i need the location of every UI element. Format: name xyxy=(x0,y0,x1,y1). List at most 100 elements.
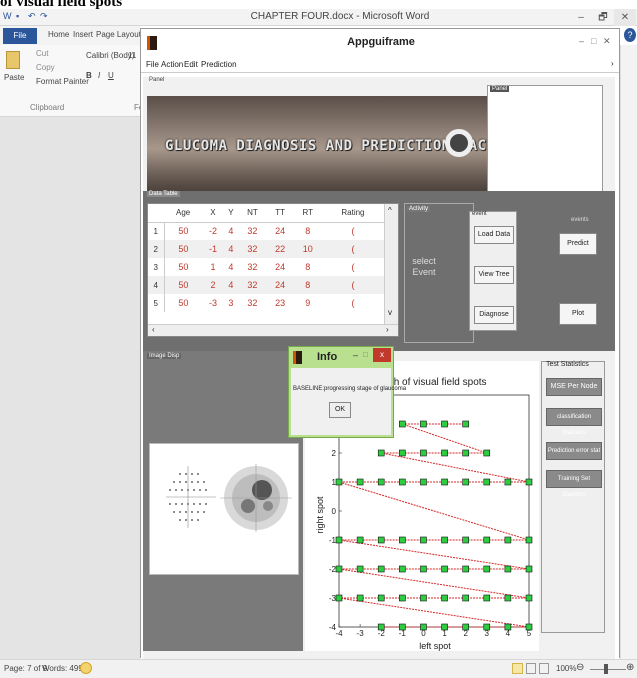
table-cell[interactable]: 50 xyxy=(164,258,202,276)
table-cell[interactable]: 4 xyxy=(224,258,238,276)
underline-button[interactable]: U xyxy=(108,71,114,80)
column-header[interactable]: Y xyxy=(223,204,239,223)
column-header[interactable]: Age xyxy=(164,204,203,223)
table-cell[interactable]: ( xyxy=(322,294,384,312)
table-cell[interactable]: -1 xyxy=(202,240,224,258)
table-cell[interactable]: 4 xyxy=(223,240,239,258)
menu-edit[interactable]: Edit xyxy=(184,60,198,69)
font-size-select[interactable]: 11 xyxy=(128,51,136,60)
table-cell[interactable]: 9 xyxy=(294,294,322,312)
cut-button[interactable]: Cut xyxy=(36,49,48,58)
app-minimize-button[interactable]: – xyxy=(579,36,584,46)
menu-prediction[interactable]: Prediction xyxy=(201,60,237,69)
menu-overflow-icon[interactable]: › xyxy=(611,59,614,68)
info-maximize-button[interactable]: □ xyxy=(363,350,368,359)
menu-file[interactable]: File xyxy=(146,60,159,69)
column-header[interactable] xyxy=(148,204,164,223)
table-cell[interactable]: -3 xyxy=(202,294,224,312)
scroll-left-icon[interactable]: ‹ xyxy=(152,325,155,334)
italic-button[interactable]: I xyxy=(98,71,100,80)
table-cell[interactable]: 50 xyxy=(164,276,203,294)
table-row[interactable]: 5 50 -3 3 32 23 9 ( xyxy=(148,294,384,312)
ok-button[interactable]: OK xyxy=(329,402,351,418)
table-cell[interactable]: 32 xyxy=(238,294,267,312)
table-row[interactable]: 2 50 -1 4 32 22 10 ( xyxy=(148,240,384,258)
undo-icon[interactable]: ↶ xyxy=(28,11,38,21)
data-table[interactable]: Age X Y NT TT RT Rating 1 50 -2 4 32 24 xyxy=(147,203,399,337)
mse-per-node-button[interactable]: MSE Per Node xyxy=(546,378,602,396)
table-cell[interactable]: ( xyxy=(322,258,384,276)
classification-statistics-button[interactable]: classification Statistics xyxy=(546,408,602,436)
table-cell[interactable]: 24 xyxy=(267,258,294,276)
table-horizontal-scrollbar[interactable]: ‹ › xyxy=(148,324,398,336)
table-cell[interactable]: 2 xyxy=(202,276,224,294)
diagnose-button[interactable]: Diagnose xyxy=(474,306,514,324)
redo-icon[interactable]: ↷ xyxy=(40,11,50,21)
copy-button[interactable]: Copy xyxy=(36,63,55,72)
table-cell[interactable]: 3 xyxy=(224,294,238,312)
bold-button[interactable]: B xyxy=(86,71,92,80)
table-row[interactable]: 3 50 1 4 32 24 8 ( xyxy=(148,258,384,276)
table-cell[interactable]: 8 xyxy=(294,258,322,276)
table-cell[interactable]: 24 xyxy=(267,222,294,240)
table-cell[interactable]: 4 xyxy=(224,222,238,240)
word-app-icon[interactable]: W xyxy=(3,11,13,21)
table-cell[interactable]: 50 xyxy=(164,240,203,258)
tab-home[interactable]: Home xyxy=(48,30,69,39)
scroll-down-icon[interactable]: v xyxy=(388,308,392,317)
table-row[interactable]: 1 50 -2 4 32 24 8 ( xyxy=(148,222,384,240)
table-cell[interactable]: 1 xyxy=(202,258,224,276)
table-cell[interactable]: 50 xyxy=(164,294,202,312)
table-cell[interactable]: 4 xyxy=(223,276,239,294)
tab-insert[interactable]: Insert xyxy=(73,30,93,39)
table-cell[interactable]: 24 xyxy=(266,276,294,294)
table-cell[interactable]: -2 xyxy=(202,222,224,240)
view-tree-button[interactable]: View Tree xyxy=(474,266,514,284)
scroll-right-icon[interactable]: › xyxy=(386,325,389,334)
web-layout-icon[interactable] xyxy=(539,663,549,674)
print-layout-icon[interactable] xyxy=(512,663,523,674)
zoom-slider[interactable] xyxy=(590,669,626,670)
info-minimize-button[interactable]: – xyxy=(353,350,358,360)
prediction-error-stat-button[interactable]: Prediction error stat xyxy=(546,442,602,460)
table-vertical-scrollbar[interactable]: ^ v xyxy=(384,204,398,324)
training-set-statistics-button[interactable]: Training Set Statistics xyxy=(546,470,602,498)
paste-icon[interactable] xyxy=(6,51,20,69)
table-cell[interactable]: 32 xyxy=(238,222,267,240)
table-cell[interactable]: ( xyxy=(322,222,384,240)
word-count[interactable]: Words: 499 xyxy=(42,664,83,673)
app-maximize-button[interactable]: □ xyxy=(591,36,596,46)
tab-file[interactable]: File xyxy=(3,28,37,44)
word-restore-button[interactable]: 🗗 xyxy=(592,9,614,26)
table-cell[interactable]: 50 xyxy=(164,222,202,240)
table-cell[interactable]: 10 xyxy=(293,240,322,258)
column-header[interactable]: X xyxy=(202,204,224,223)
zoom-out-icon[interactable]: ⊖ xyxy=(576,662,584,673)
menu-action[interactable]: Action xyxy=(161,60,183,69)
help-icon[interactable]: ? xyxy=(624,28,636,42)
table-cell[interactable]: 32 xyxy=(238,258,267,276)
page-count[interactable]: Page: 7 of 9 xyxy=(4,664,47,673)
table-cell[interactable]: 32 xyxy=(238,276,267,294)
paste-button[interactable]: Paste xyxy=(4,73,24,82)
table-cell[interactable]: ( xyxy=(321,240,384,258)
plot-button[interactable]: Plot xyxy=(559,303,597,325)
proofing-icon[interactable] xyxy=(80,662,92,674)
table-cell[interactable]: ( xyxy=(321,276,384,294)
scroll-up-icon[interactable]: ^ xyxy=(388,206,392,215)
app-close-button[interactable]: ✕ xyxy=(603,36,611,47)
column-header[interactable]: NT xyxy=(238,204,267,223)
word-minimize-button[interactable]: – xyxy=(570,9,592,26)
table-cell[interactable]: 22 xyxy=(266,240,294,258)
column-header[interactable]: RT xyxy=(293,204,322,223)
format-painter-button[interactable]: Format Painter xyxy=(36,77,89,86)
table-row[interactable]: 4 50 2 4 32 24 8 ( xyxy=(148,276,384,294)
table-cell[interactable]: 8 xyxy=(294,222,322,240)
vertical-scrollbar[interactable] xyxy=(620,45,637,659)
table-cell[interactable]: 23 xyxy=(267,294,294,312)
predict-button[interactable]: Predict xyxy=(559,233,597,255)
info-close-button[interactable]: x xyxy=(373,348,391,362)
load-data-button[interactable]: Load Data xyxy=(474,226,514,244)
table-cell[interactable]: 32 xyxy=(238,240,267,258)
zoom-in-icon[interactable]: ⊕ xyxy=(626,662,634,673)
